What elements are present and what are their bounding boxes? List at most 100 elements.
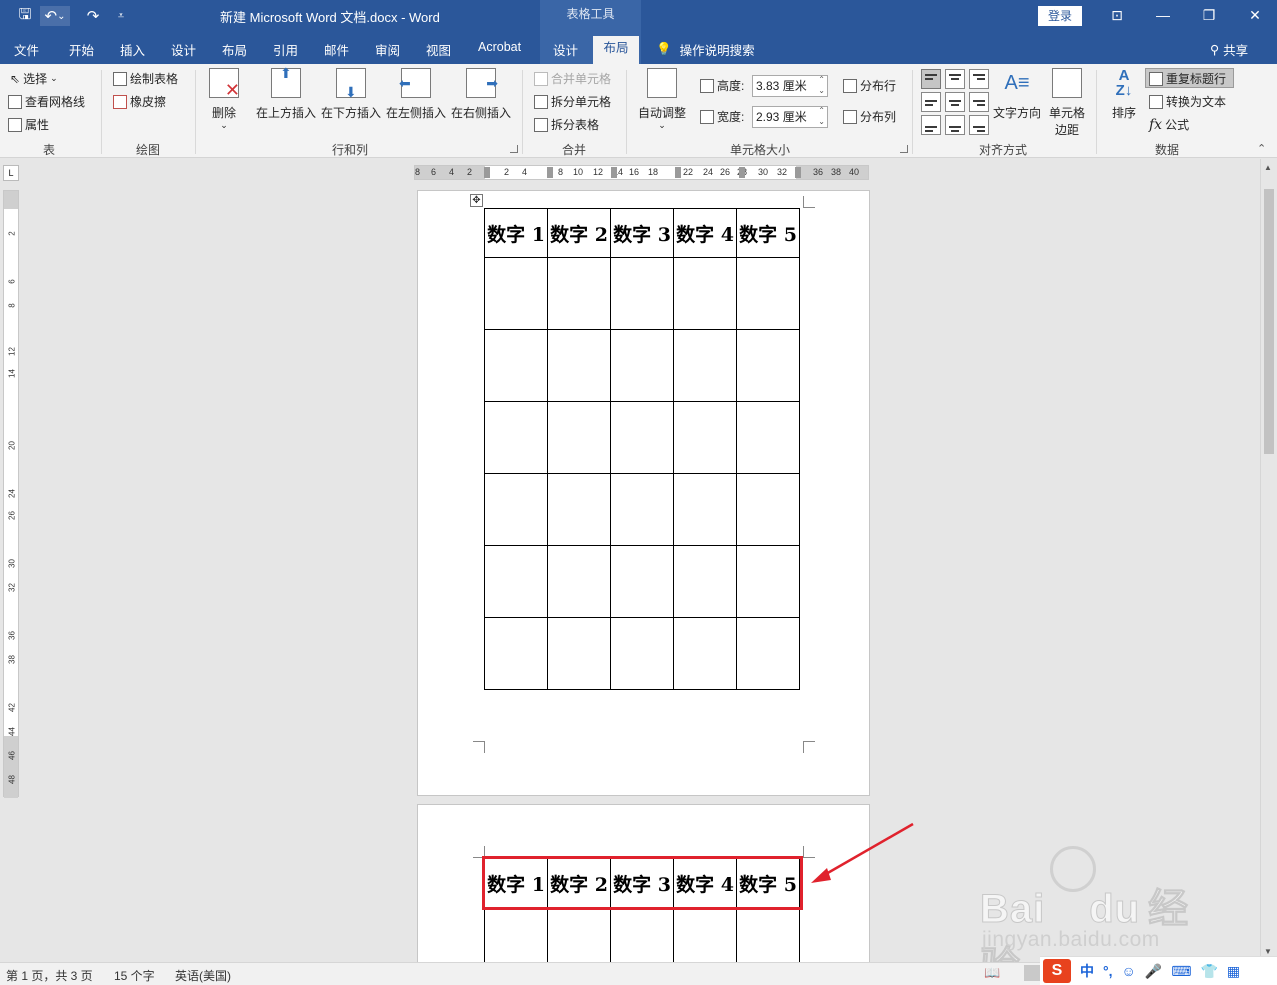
undo-button[interactable]: ↶ ⌄ [40, 6, 70, 26]
ime-punctuation-icon[interactable]: °, [1103, 963, 1113, 979]
table-cell[interactable] [610, 545, 674, 618]
column-marker[interactable] [611, 167, 617, 178]
table-cell[interactable] [673, 908, 737, 963]
align-top-right-button[interactable] [969, 69, 989, 89]
table-cell[interactable] [484, 329, 548, 402]
customize-quick-access-icon[interactable]: ⩡ [112, 6, 130, 26]
delete-button[interactable]: ✕ 删除 ⌄ [208, 68, 240, 130]
table-cell[interactable] [547, 473, 611, 546]
tab-file[interactable]: 文件 [14, 40, 39, 59]
table-cell[interactable] [673, 329, 737, 402]
table-header-cell[interactable]: 数字 1 [484, 208, 548, 258]
tab-references[interactable]: 引用 [273, 40, 298, 59]
eraser-button[interactable]: 橡皮擦 [113, 93, 166, 110]
align-bottom-right-button[interactable] [969, 115, 989, 135]
align-middle-left-button[interactable] [921, 92, 941, 112]
table-cell[interactable] [484, 908, 548, 963]
column-marker[interactable] [739, 167, 745, 178]
ime-keyboard-icon[interactable]: ⌨ [1171, 963, 1191, 980]
scroll-down-icon[interactable]: ▼ [1264, 947, 1272, 956]
column-marker[interactable] [547, 167, 553, 178]
tab-insert[interactable]: 插入 [120, 40, 145, 59]
table-header-cell[interactable]: 数字 3 [610, 208, 674, 258]
close-button[interactable]: ✕ [1240, 4, 1270, 26]
column-width-input[interactable]: 2.93 厘米 [752, 105, 828, 128]
read-mode-icon[interactable]: 📖 [984, 965, 1000, 981]
column-marker[interactable] [675, 167, 681, 178]
sort-button[interactable]: A Z↓ 排序 [1108, 68, 1140, 121]
insert-below-button[interactable]: ⬇ 在下方插入 [321, 68, 381, 121]
table-move-handle-icon[interactable]: ✥ [470, 194, 483, 207]
word-table-page-1[interactable]: 数字 1 数字 2 数字 3 数字 4 数字 5 [484, 208, 800, 690]
cell-size-dialog-launcher-icon[interactable] [900, 145, 908, 153]
restore-button[interactable]: ❐ [1194, 4, 1224, 26]
align-middle-center-button[interactable] [945, 92, 965, 112]
table-cell[interactable] [736, 329, 800, 402]
table-cell[interactable] [547, 401, 611, 474]
table-cell[interactable] [736, 473, 800, 546]
table-cell[interactable] [673, 473, 737, 546]
row-height-input[interactable]: 3.83 厘米 [752, 74, 828, 97]
table-cell[interactable] [610, 908, 674, 963]
formula-button[interactable]: fx 公式 [1149, 116, 1189, 133]
select-button[interactable]: ⇖ 选择 ⌄ [10, 70, 58, 87]
table-cell[interactable] [736, 545, 800, 618]
undo-dropdown-icon[interactable]: ⌄ [57, 11, 65, 22]
table-cell[interactable] [484, 401, 548, 474]
table-cell[interactable] [736, 617, 800, 690]
distribute-rows-button[interactable]: 分布行 [843, 77, 896, 94]
table-cell[interactable] [610, 257, 674, 330]
table-cell[interactable] [547, 329, 611, 402]
insert-left-button[interactable]: ⬅ 在左侧插入 [386, 68, 446, 121]
table-cell[interactable] [673, 617, 737, 690]
table-cell[interactable] [736, 257, 800, 330]
table-cell[interactable] [547, 257, 611, 330]
table-cell[interactable] [736, 908, 800, 963]
tell-me-search[interactable]: 💡 操作说明搜索 [656, 40, 755, 59]
table-cell[interactable] [547, 908, 611, 963]
text-direction-button[interactable]: A≡ 文字方向 [992, 68, 1042, 121]
tab-acrobat[interactable]: Acrobat [478, 40, 521, 54]
horizontal-ruler[interactable]: 8 6 4 2 2 4 8 10 12 14 16 18 22 24 26 28… [414, 165, 869, 180]
align-bottom-center-button[interactable] [945, 115, 965, 135]
cell-margins-button[interactable]: 单元格 边距 [1047, 68, 1087, 138]
tab-design[interactable]: 设计 [171, 40, 196, 59]
table-cell[interactable] [547, 617, 611, 690]
print-layout-icon[interactable] [1024, 965, 1040, 981]
tab-home[interactable]: 开始 [69, 40, 94, 59]
table-cell[interactable] [484, 257, 548, 330]
sogou-logo-icon[interactable]: S [1043, 959, 1071, 983]
align-middle-right-button[interactable] [969, 92, 989, 112]
table-cell[interactable] [673, 401, 737, 474]
align-top-center-button[interactable] [945, 69, 965, 89]
table-cell[interactable] [610, 617, 674, 690]
tab-review[interactable]: 审阅 [375, 40, 400, 59]
login-button[interactable]: 登录 [1038, 6, 1082, 26]
page-count[interactable]: 第 1 页，共 3 页 [6, 967, 93, 984]
table-cell[interactable] [484, 545, 548, 618]
table-cell[interactable] [547, 545, 611, 618]
repeat-header-rows-button[interactable]: 重复标题行 [1149, 70, 1226, 87]
save-icon[interactable]: 🖫 [14, 6, 36, 26]
tab-table-layout[interactable]: 布局 [593, 36, 639, 64]
table-cell[interactable] [610, 329, 674, 402]
tab-selector-button[interactable]: L [3, 165, 19, 181]
tab-table-design[interactable]: 设计 [553, 40, 578, 59]
ime-chinese-mode[interactable]: 中 [1080, 961, 1094, 981]
table-cell[interactable] [673, 257, 737, 330]
ribbon-display-options-icon[interactable]: ⊡ [1102, 4, 1132, 26]
table-cell[interactable] [673, 545, 737, 618]
collapse-ribbon-icon[interactable]: ⌃ [1257, 142, 1266, 155]
align-top-left-button[interactable] [921, 69, 941, 89]
table-cell[interactable] [736, 401, 800, 474]
split-cells-button[interactable]: 拆分单元格 [534, 93, 611, 110]
table-cell[interactable] [610, 401, 674, 474]
align-bottom-left-button[interactable] [921, 115, 941, 135]
insert-above-button[interactable]: ⬆ 在上方插入 [256, 65, 316, 121]
column-marker[interactable] [795, 167, 801, 178]
ime-voice-icon[interactable]: 🎤 [1145, 963, 1162, 980]
tab-view[interactable]: 视图 [426, 40, 451, 59]
rows-cols-dialog-launcher-icon[interactable] [510, 145, 518, 153]
vertical-scrollbar[interactable]: ▲ ▼ [1260, 159, 1277, 962]
insert-right-button[interactable]: ➡ 在右侧插入 [451, 68, 511, 121]
